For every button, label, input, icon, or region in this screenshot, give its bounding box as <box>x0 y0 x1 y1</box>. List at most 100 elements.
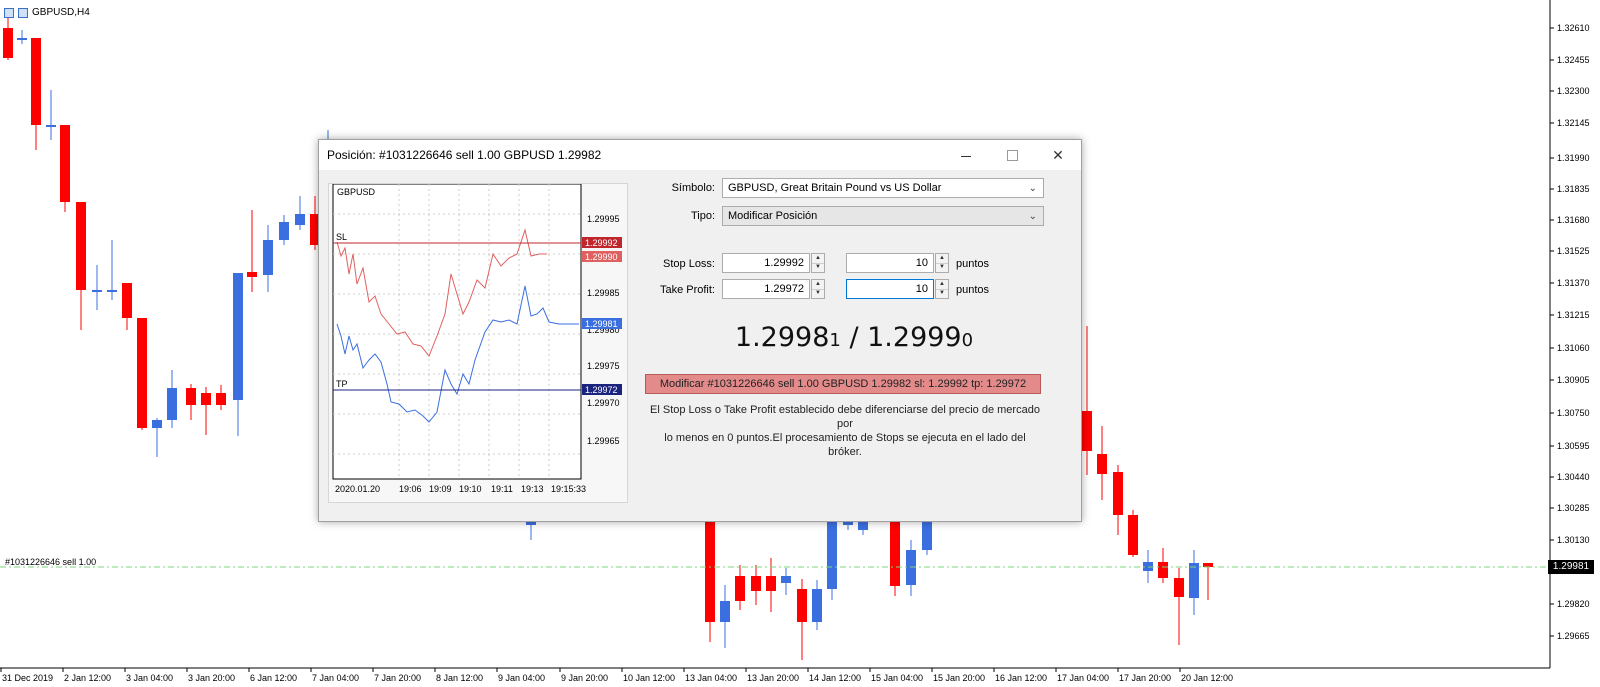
candle-body <box>233 273 243 400</box>
modify-position-button[interactable]: Modificar #1031226646 sell 1.00 GBPUSD 1… <box>645 374 1041 394</box>
time-axis-label: 31 Dec 2019 <box>2 673 53 683</box>
symbol-select-value: GBPUSD, Great Britain Pound vs US Dollar <box>728 182 942 194</box>
maximize-button[interactable] <box>989 140 1035 170</box>
candle-body <box>812 589 822 622</box>
candle-body <box>720 601 730 622</box>
price-axis-label: 1.31215 <box>1557 310 1590 320</box>
mini-time-label: 19:10 <box>459 484 482 494</box>
price-axis-label: 1.30750 <box>1557 408 1590 418</box>
candle-body <box>186 388 196 405</box>
candle-body <box>1158 562 1168 578</box>
mini-time-label: 19:06 <box>399 484 422 494</box>
price-axis-label: 1.30595 <box>1557 441 1590 451</box>
take-profit-label: Take Profit: <box>659 284 715 296</box>
candle-body <box>1189 563 1199 598</box>
ask-price-tag: 1.29981 <box>585 319 618 329</box>
mini-time-label: 19:13 <box>521 484 544 494</box>
chart-symbol: GBPUSD,H4 <box>32 7 90 18</box>
price-axis-label: 1.31990 <box>1557 153 1590 163</box>
stop-loss-price-spinner[interactable]: 1.29992 ▲ ▼ <box>722 253 826 273</box>
spin-down-icon[interactable]: ▼ <box>936 263 948 272</box>
price-axis-label: 1.29665 <box>1557 631 1590 641</box>
candle-body <box>827 521 837 589</box>
time-axis-label: 17 Jan 20:00 <box>1119 673 1171 683</box>
sl-label: SL <box>336 232 347 242</box>
mini-price-label: 1.29970 <box>587 398 620 408</box>
price-axis-label: 1.31370 <box>1557 278 1590 288</box>
position-dialog: Posición: #1031226646 sell 1.00 GBPUSD 1… <box>318 139 1082 522</box>
symbol-select[interactable]: GBPUSD, Great Britain Pound vs US Dollar… <box>722 178 1044 198</box>
candle-body <box>766 576 776 591</box>
candle-body <box>263 240 273 275</box>
stop-loss-points-input[interactable]: 10 <box>846 253 934 273</box>
symbol-label: Símbolo: <box>671 182 715 194</box>
stop-loss-units: puntos <box>956 258 990 270</box>
candle-body <box>922 520 932 550</box>
time-axis-label: 17 Jan 04:00 <box>1057 673 1109 683</box>
mini-time-label: 19:15:33 <box>551 484 586 494</box>
sl-price-tag: 1.29992 <box>585 238 618 248</box>
candle-body <box>167 388 177 420</box>
candle-body <box>46 125 56 127</box>
candle-body <box>781 576 791 583</box>
mini-price-label: 1.29965 <box>587 436 620 446</box>
take-profit-points-input[interactable]: 10 <box>846 279 934 299</box>
mini-time-label: 19:09 <box>429 484 452 494</box>
quote-separator: / <box>840 322 868 353</box>
mini-symbol: GBPUSD <box>337 187 376 197</box>
type-select[interactable]: Modificar Posición ⌄ <box>722 206 1044 226</box>
candle-body <box>279 222 289 240</box>
take-profit-price-spinner[interactable]: 1.29972 ▲ ▼ <box>722 279 826 299</box>
ask-quote-pip: 0 <box>961 330 974 351</box>
mini-price-label: 1.29975 <box>587 361 620 371</box>
candle-body <box>705 520 715 622</box>
time-axis-label: 7 Jan 04:00 <box>312 673 359 683</box>
candle-body <box>152 420 162 428</box>
take-profit-points-arrows[interactable]: ▲ ▼ <box>935 279 949 299</box>
stop-loss-price-input[interactable]: 1.29992 <box>722 253 810 273</box>
candle-body <box>216 393 226 405</box>
take-profit-price-arrows[interactable]: ▲ ▼ <box>811 279 825 299</box>
price-axis-label: 1.31060 <box>1557 343 1590 353</box>
take-profit-points-spinner[interactable]: 10 ▲ ▼ <box>846 279 950 299</box>
candle-body <box>1203 563 1213 567</box>
candle-body <box>1082 411 1092 451</box>
candle-body <box>1113 472 1123 515</box>
candle-body <box>735 576 745 601</box>
spin-down-icon[interactable]: ▼ <box>936 289 948 298</box>
close-icon: ✕ <box>1052 146 1064 163</box>
price-axis-label: 1.30905 <box>1557 375 1590 385</box>
minimize-button[interactable] <box>943 140 989 170</box>
candle-body <box>247 272 257 277</box>
close-button[interactable]: ✕ <box>1035 140 1081 170</box>
candle-body <box>751 576 761 591</box>
take-profit-units: puntos <box>956 284 990 296</box>
spin-down-icon[interactable]: ▼ <box>812 289 824 298</box>
chart-title: GBPUSD,H4 <box>4 7 90 18</box>
time-axis-label: 15 Jan 04:00 <box>871 673 923 683</box>
stop-loss-points-arrows[interactable]: ▲ ▼ <box>935 253 949 273</box>
price-axis-label: 1.32300 <box>1557 86 1590 96</box>
type-label: Tipo: <box>690 210 715 222</box>
spin-down-icon[interactable]: ▼ <box>812 263 824 272</box>
mini-price-label: 1.29985 <box>587 288 620 298</box>
price-axis-label: 1.30130 <box>1557 535 1590 545</box>
take-profit-price-input[interactable]: 1.29972 <box>722 279 810 299</box>
candle-body <box>107 290 117 292</box>
stop-loss-points-spinner[interactable]: 10 ▲ ▼ <box>846 253 950 273</box>
candle-body <box>137 318 147 428</box>
candle-body <box>17 38 27 40</box>
candle-body <box>201 393 211 405</box>
bid-quote-main: 1.2998 <box>734 322 830 353</box>
chart-window-icon <box>4 7 14 18</box>
time-axis-label: 13 Jan 04:00 <box>685 673 737 683</box>
dialog-titlebar[interactable]: Posición: #1031226646 sell 1.00 GBPUSD 1… <box>319 140 1081 170</box>
info-line-1: El Stop Loss o Take Profit establecido d… <box>650 404 1040 430</box>
price-axis-label: 1.32610 <box>1557 23 1590 33</box>
ask-quote-main: 1.2999 <box>867 322 962 353</box>
stop-loss-price-arrows[interactable]: ▲ ▼ <box>811 253 825 273</box>
tick-chart: GBPUSD SL TP 1.29995 1.29985 1.29980 1.2997… <box>328 183 628 503</box>
candle-body <box>295 214 305 225</box>
candle-body <box>797 589 807 622</box>
info-line-2: lo menos en 0 puntos.El procesamiento de… <box>664 432 1026 458</box>
